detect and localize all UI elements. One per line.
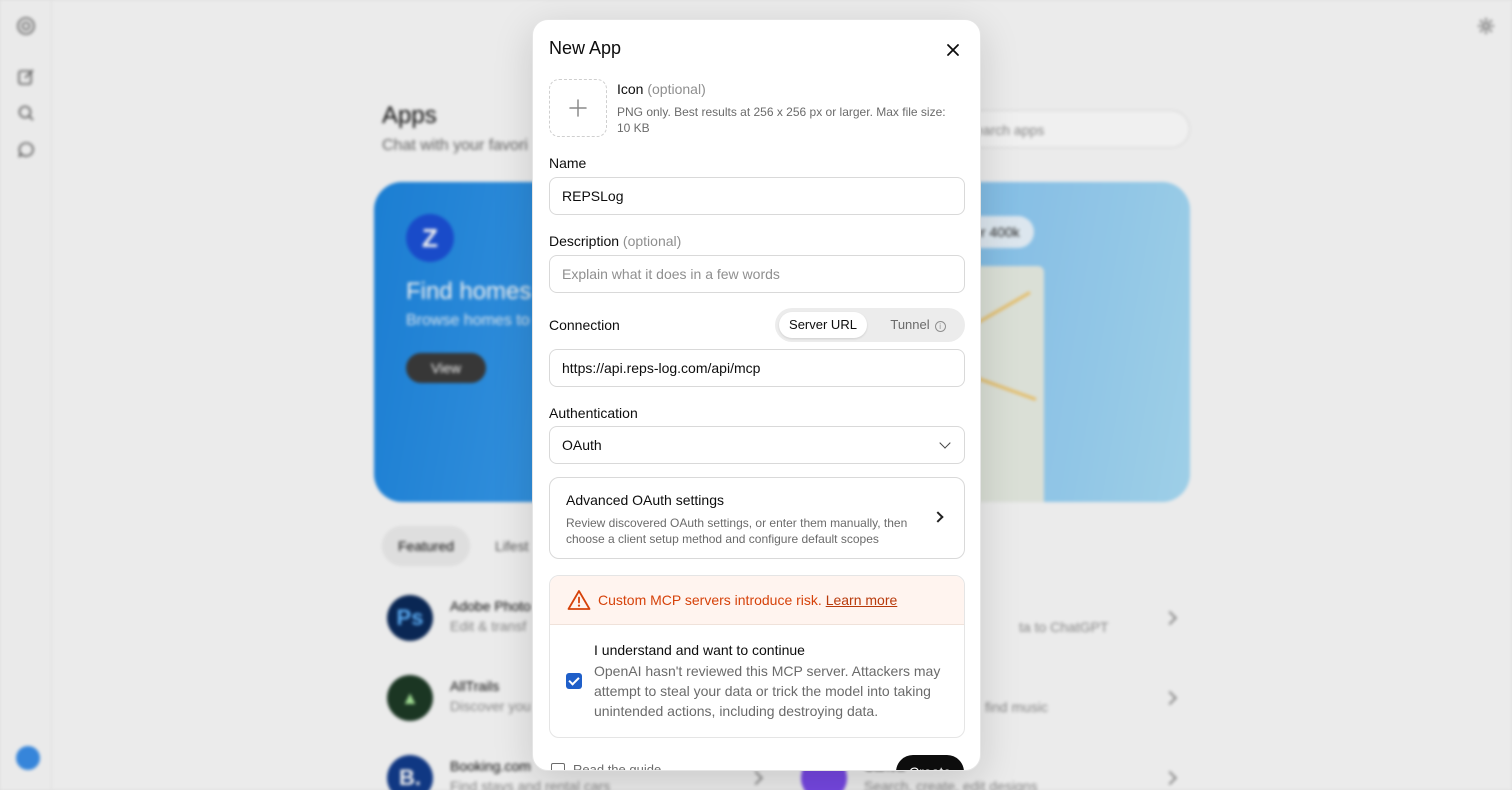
optional-tag: (optional) xyxy=(647,81,706,97)
authentication-selected-value: OAuth xyxy=(562,437,602,453)
risk-banner: Custom MCP servers introduce risk. Learn… xyxy=(550,576,964,625)
close-button[interactable] xyxy=(939,36,967,64)
name-label: Name xyxy=(549,155,587,171)
plus-icon xyxy=(569,99,587,117)
acknowledge-checkbox[interactable] xyxy=(566,673,582,689)
icon-help-text: PNG only. Best results at 256 x 256 px o… xyxy=(617,105,946,135)
icon-upload-button[interactable] xyxy=(549,79,607,137)
read-guide-label: Read the guide xyxy=(573,762,662,771)
new-app-dialog: New App Icon (optional) PNG only. Best r… xyxy=(532,19,981,771)
risk-warning-message: Custom MCP servers introduce risk. xyxy=(598,592,822,608)
server-url-input[interactable] xyxy=(549,349,965,387)
acknowledge-title: I understand and want to continue xyxy=(594,642,805,658)
tunnel-option[interactable]: Tunnel i xyxy=(875,312,961,338)
advanced-oauth-title: Advanced OAuth settings xyxy=(566,492,724,508)
risk-warning-text: Custom MCP servers introduce risk. Learn… xyxy=(598,592,897,608)
close-icon xyxy=(947,44,959,56)
icon-field-label: Icon (optional) xyxy=(617,81,706,97)
acknowledge-description: OpenAI hasn't reviewed this MCP server. … xyxy=(594,663,941,719)
chevron-down-icon xyxy=(939,437,951,449)
advanced-oauth-description: Review discovered OAuth settings, or ent… xyxy=(566,516,908,546)
connection-label: Connection xyxy=(549,317,620,333)
info-icon: i xyxy=(934,321,946,332)
learn-more-link[interactable]: Learn more xyxy=(826,592,898,608)
optional-tag: (optional) xyxy=(622,233,682,249)
tunnel-option-label: Tunnel xyxy=(890,317,930,332)
authentication-select[interactable]: OAuth xyxy=(549,426,965,464)
advanced-oauth-settings-button[interactable]: Advanced OAuth settings Review discovere… xyxy=(549,477,965,559)
description-input[interactable] xyxy=(549,255,965,293)
book-icon xyxy=(551,763,565,770)
description-label: Description (optional) xyxy=(549,233,681,249)
warning-triangle-icon xyxy=(567,590,591,610)
read-guide-link[interactable]: Read the guide xyxy=(551,762,662,771)
create-button[interactable]: Create xyxy=(896,755,964,770)
name-input[interactable] xyxy=(549,177,965,215)
server-url-option[interactable]: Server URL xyxy=(779,312,867,338)
icon-label-text: Icon xyxy=(617,81,644,97)
authentication-label: Authentication xyxy=(549,405,638,421)
dialog-title: New App xyxy=(549,38,622,58)
description-label-text: Description xyxy=(549,233,620,249)
risk-warning-box: Custom MCP servers introduce risk. Learn… xyxy=(549,575,965,738)
connection-type-toggle: Server URL Tunnel i xyxy=(775,308,965,342)
